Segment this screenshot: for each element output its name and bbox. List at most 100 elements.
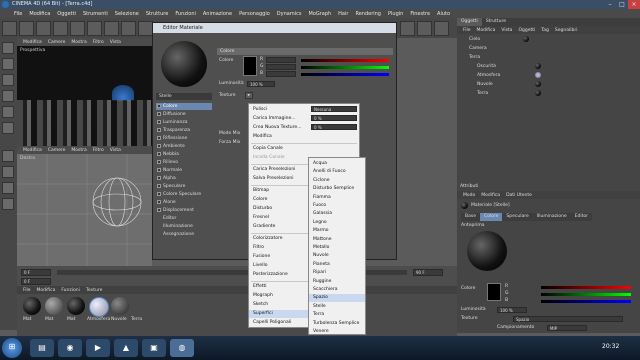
- polygons-mode-icon[interactable]: [2, 122, 14, 134]
- channel-item[interactable]: Assegnazione: [156, 231, 212, 238]
- menubar-item[interactable]: Dynamics: [277, 11, 302, 17]
- shader-menu-item[interactable]: Spazio: [309, 294, 365, 303]
- channel-checkbox[interactable]: [157, 152, 161, 156]
- r-field[interactable]: [266, 57, 296, 63]
- shader-menu-item[interactable]: Galassia: [309, 210, 365, 218]
- undo-icon[interactable]: [2, 21, 17, 36]
- material-preview[interactable]: [467, 231, 507, 271]
- shader-menu-item[interactable]: Disturbo Semplice: [309, 185, 365, 193]
- redo-icon[interactable]: [19, 21, 34, 36]
- material-menu-item[interactable]: Funzioni: [61, 288, 80, 293]
- end-frame-field[interactable]: 90 F: [413, 269, 443, 276]
- explorer-icon[interactable]: ▤: [30, 339, 54, 357]
- material-menu-item[interactable]: File: [23, 288, 31, 293]
- scale-icon[interactable]: [70, 21, 85, 36]
- g-field[interactable]: [266, 64, 296, 70]
- shader-menu-item[interactable]: Turbolenza Semplice: [309, 320, 365, 328]
- material-swatch[interactable]: [23, 297, 41, 315]
- snap-icon[interactable]: [2, 150, 14, 162]
- color-swatch[interactable]: [243, 56, 257, 76]
- tab-editor[interactable]: Editor: [571, 213, 592, 221]
- checker-icon[interactable]: [2, 182, 14, 194]
- texture-mode-icon[interactable]: [2, 58, 14, 70]
- shader-menu-item[interactable]: Venere: [309, 328, 365, 336]
- channel-item[interactable]: Speculare: [156, 183, 212, 190]
- material-preview[interactable]: [161, 41, 207, 87]
- tab-base[interactable]: Base: [461, 213, 480, 221]
- channel-checkbox[interactable]: [157, 168, 161, 172]
- shader-menu-item[interactable]: Fiamma: [309, 194, 365, 202]
- shader-menu-item[interactable]: Mattone: [309, 236, 365, 244]
- shader-menu-item[interactable]: Metallo: [309, 244, 365, 252]
- object-item[interactable]: Nuvole: [477, 82, 493, 87]
- luminosity-field[interactable]: 100 %: [247, 81, 275, 87]
- channel-item[interactable]: Trasparenza: [156, 127, 212, 134]
- current-frame-field[interactable]: 0 F: [21, 278, 51, 285]
- option-field[interactable]: Nessuna: [311, 106, 357, 112]
- shader-menu-item[interactable]: Legno: [309, 219, 365, 227]
- object-item[interactable]: Oscurità: [477, 64, 496, 69]
- viewport-perspective[interactable]: Modifica Camere Mostra Filtro Vista Pros…: [17, 38, 152, 146]
- shader-menu-item[interactable]: Pianeta: [309, 261, 365, 269]
- viewport-menu-item[interactable]: Modifica: [23, 40, 42, 45]
- vlc-icon[interactable]: ▲: [114, 339, 138, 357]
- option-field[interactable]: 0 %: [311, 115, 357, 121]
- green-slider[interactable]: [541, 293, 631, 296]
- viewport-menu-item[interactable]: Filtro: [93, 40, 104, 45]
- objects-menu-item[interactable]: Tag: [541, 28, 549, 33]
- viewport-menu-item[interactable]: Vista: [110, 148, 121, 153]
- maximize-button[interactable]: □: [616, 0, 628, 9]
- camera-icon[interactable]: [417, 21, 432, 36]
- viewport-menu-item[interactable]: Camere: [48, 40, 66, 45]
- tab-structures[interactable]: Strutture: [482, 18, 510, 26]
- channel-item[interactable]: Ambiente: [156, 143, 212, 150]
- minimize-button[interactable]: –: [604, 0, 616, 9]
- material-swatch-selected[interactable]: [89, 297, 109, 317]
- red-slider[interactable]: [301, 59, 389, 62]
- red-slider[interactable]: [541, 286, 631, 289]
- channel-checkbox[interactable]: [157, 120, 161, 124]
- object-item[interactable]: Atmosfera: [477, 73, 500, 78]
- menubar-item[interactable]: Plugin: [388, 11, 403, 17]
- objects-menu-item[interactable]: Vista: [501, 28, 512, 33]
- menubar-item[interactable]: Aiuto: [437, 11, 450, 17]
- menubar-item[interactable]: Selezione: [115, 11, 139, 17]
- viewport-menu-item[interactable]: Camere: [48, 148, 66, 153]
- texture-field[interactable]: Spazio: [513, 316, 623, 322]
- shader-menu-item[interactable]: Ripari: [309, 269, 365, 277]
- channel-item[interactable]: Illuminazione: [156, 223, 212, 230]
- shader-menu-item[interactable]: Stelle: [309, 303, 365, 311]
- channel-checkbox[interactable]: [157, 200, 161, 204]
- objects-menu-item[interactable]: Oggetti: [518, 28, 535, 33]
- object-item[interactable]: Terra: [477, 91, 488, 96]
- model-mode-icon[interactable]: [2, 42, 14, 54]
- option-field[interactable]: 0 %: [311, 124, 357, 130]
- channel-checkbox[interactable]: [157, 192, 161, 196]
- material-menu-item[interactable]: Texture: [86, 288, 102, 293]
- cube-icon[interactable]: [400, 21, 415, 36]
- rotate-icon[interactable]: [87, 21, 102, 36]
- tab-illumination[interactable]: Illuminazione: [533, 213, 571, 221]
- menubar-item[interactable]: Strutture: [146, 11, 168, 17]
- viewport-menu-item[interactable]: Filtro: [93, 148, 104, 153]
- channel-item[interactable]: Colore: [156, 103, 212, 110]
- light-icon[interactable]: [434, 21, 449, 36]
- shader-menu-item[interactable]: Marmo: [309, 227, 365, 235]
- firefox-icon[interactable]: ◉: [58, 339, 82, 357]
- blue-slider[interactable]: [541, 300, 631, 303]
- material-tag-icon[interactable]: [535, 72, 541, 78]
- sampling-field[interactable]: MIP: [547, 325, 587, 331]
- b-field[interactable]: [266, 71, 296, 77]
- axis-y-icon[interactable]: [121, 21, 136, 36]
- tab-objects[interactable]: Oggetti: [457, 18, 482, 26]
- shader-menu-item[interactable]: Acqua: [309, 160, 365, 168]
- channel-item[interactable]: Alpha: [156, 175, 212, 182]
- shader-menu-item[interactable]: Scacchiera: [309, 286, 365, 294]
- start-frame-field[interactable]: 0 F: [21, 269, 51, 276]
- channel-checkbox[interactable]: [157, 160, 161, 164]
- channel-item[interactable]: Nebbia: [156, 151, 212, 158]
- viewport-menu-item[interactable]: Mostra: [71, 148, 86, 153]
- menubar-item[interactable]: Modifica: [29, 11, 50, 17]
- live-selection-icon[interactable]: [36, 21, 51, 36]
- channel-checkbox[interactable]: [157, 112, 161, 116]
